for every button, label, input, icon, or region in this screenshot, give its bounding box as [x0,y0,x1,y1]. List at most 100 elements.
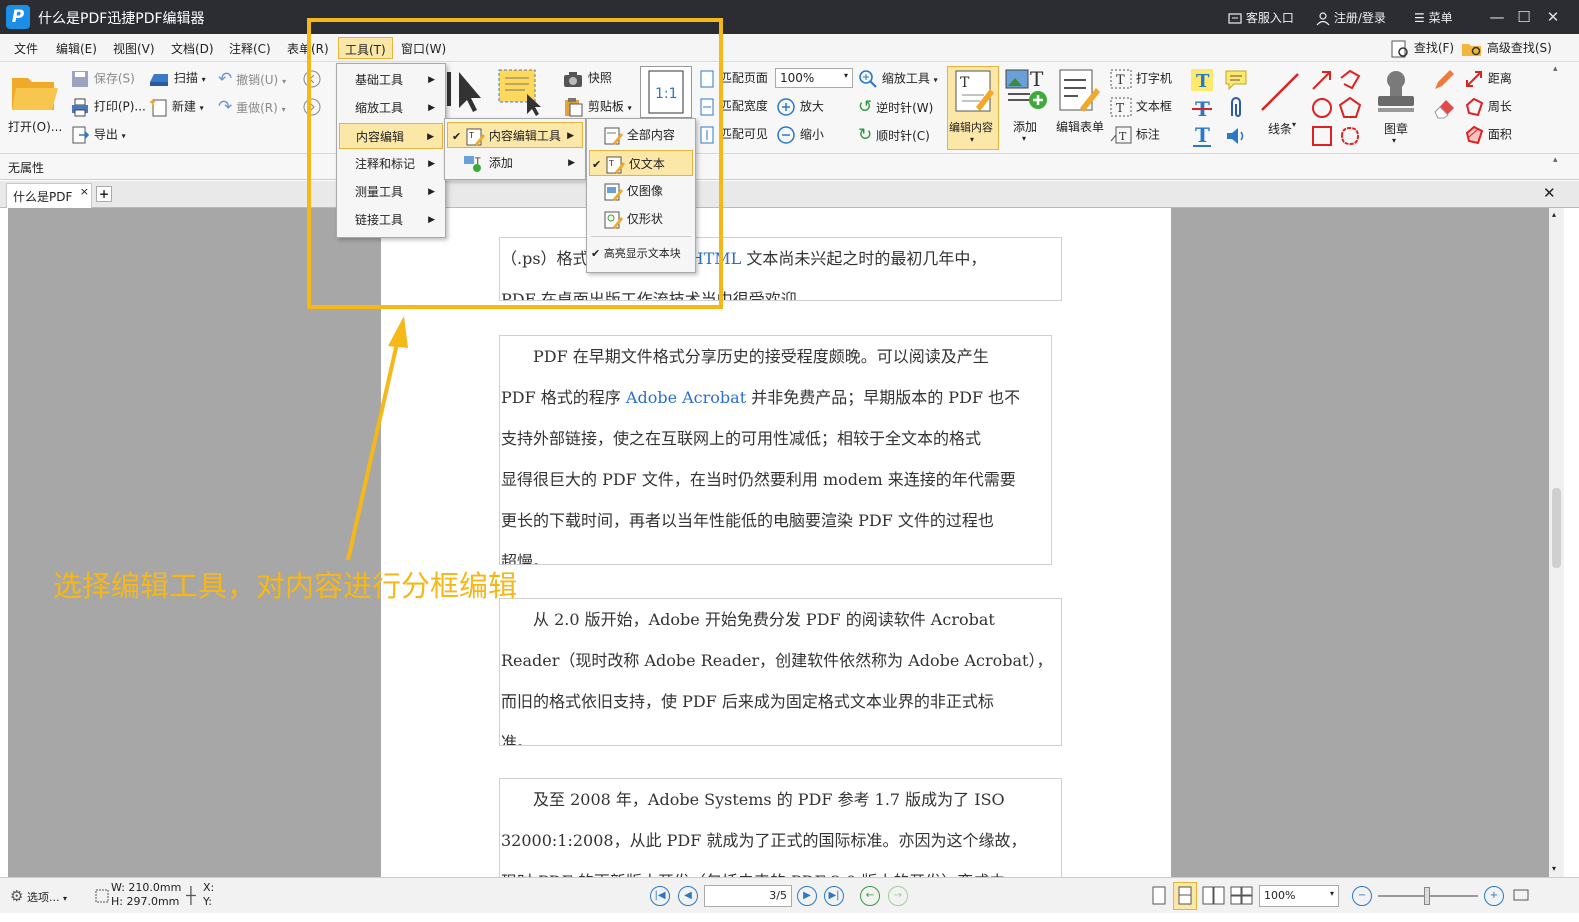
pencil-tool[interactable] [1432,68,1456,95]
zoom-out-button[interactable]: 缩小 [776,125,824,145]
zoom-tool-button[interactable]: 缩放工具 ▾ [858,69,938,89]
polygon-tool[interactable] [1338,96,1362,123]
first-page-button[interactable]: |◀ [650,886,670,906]
text-highlight-icon: T [1191,69,1213,92]
fit-page-label: 匹配页面 [719,71,768,85]
next-page-button[interactable]: ▶ [797,886,817,906]
last-page-button[interactable]: ▶| [824,886,844,906]
cloud-tool[interactable] [1338,124,1362,151]
status-zoom-select[interactable]: 100% ▾ [1259,885,1339,907]
perimeter-button[interactable]: 周长 [1464,97,1512,117]
close-document-icon[interactable]: ✕ [1543,184,1556,202]
save-button[interactable]: 保存(S) [70,69,135,89]
zoom-select[interactable]: 100% ▾ [775,68,853,88]
rotate-ccw-button[interactable]: ↺ 逆时针(W) [858,97,933,117]
edit-content-button[interactable]: T 编辑内容 ▾ [947,66,999,150]
service-button[interactable]: 客服入口 [1228,9,1294,26]
callout-button[interactable]: T 标注 [1110,125,1160,145]
find-button[interactable]: 查找(F) [1390,39,1454,58]
menu-file[interactable]: 文件 [14,40,38,57]
open-button[interactable]: 打开(O)... [6,72,62,148]
back-view-button[interactable]: ← [860,886,880,906]
text-block-2[interactable]: PDF 在早期文件格式分享历史的接受程度颇晚。可以阅读及产生 PDF 格式的程序… [499,335,1052,565]
edit-form-button[interactable]: 编辑表单 [1054,66,1106,150]
zoom-in-button[interactable]: 放大 [776,97,824,117]
underline-text-tool[interactable]: T [1190,123,1214,151]
redo-button[interactable]: ↷ 重做(R) ▾ [218,97,286,117]
tab-document[interactable]: 什么是PDF × [6,183,92,208]
add-button[interactable]: T 添加 ▾ [1004,66,1048,150]
undo-button[interactable]: ↶ 撤销(U) ▾ [218,69,286,89]
arrow-tool[interactable] [1310,68,1334,95]
highlight-text-tool[interactable]: T [1190,68,1214,95]
find-doc-icon [1391,40,1408,57]
text-block-3[interactable]: 从 2.0 版开始，Adobe 开始免费分发 PDF 的阅读软件 Acrobat… [499,598,1062,746]
forward-view-button[interactable]: → [888,886,908,906]
single-page-view-icon[interactable] [1151,886,1167,909]
rectangle-tool[interactable] [1310,124,1334,151]
hyperlink[interactable]: Adobe Acrobat [626,388,746,407]
stamp-button[interactable]: 图章 ▾ [1372,66,1420,150]
textbox-button[interactable]: T 文本框 [1110,97,1172,117]
status-zoom-in-button[interactable]: + [1484,886,1504,906]
tab-label: 什么是PDF [13,190,73,204]
text-line: 显得很巨大的 PDF 文件，在当时仍然要利用 modem 来连接的年代需要 [501,470,1016,489]
maximize-button[interactable]: ☐ [1511,4,1537,30]
scanner-icon [150,73,168,86]
lines-button[interactable]: 线条 ▾ [1256,66,1304,150]
note-tool[interactable] [1224,68,1248,95]
lines-label: 线条 [1268,122,1293,136]
rotate-cw-button[interactable]: ↻ 顺时针(C) [858,125,930,145]
menu-view[interactable]: 视图(V) [113,40,155,57]
menu-comment[interactable]: 注释(C) [229,40,271,57]
area-button[interactable]: 面积 [1464,125,1512,145]
eraser-tool[interactable] [1432,96,1456,123]
close-window-button[interactable]: ✕ [1540,4,1566,30]
sound-tool[interactable] [1224,124,1248,151]
text-block-4[interactable]: 及至 2008 年，Adobe Systems 的 PDF 参考 1.7 版成为… [499,778,1062,877]
typewriter-button[interactable]: T 打字机 [1110,69,1172,89]
export-button[interactable]: 导出 ▾ [70,125,126,145]
propbar-collapse-icon[interactable]: ▴ [1553,155,1558,165]
tab-close-icon[interactable]: × [80,185,89,198]
distance-icon [1466,71,1482,87]
print-button[interactable]: 打印(P)... [70,97,146,117]
new-button[interactable]: ✦ 新建 ▾ [148,96,204,117]
fullscreen-icon[interactable] [1513,887,1529,906]
text-line: 而旧的格式依旧支持，使 PDF 后来成为固定格式文本业界的非正式标 [501,692,994,711]
status-zoom-out-button[interactable]: − [1352,886,1372,906]
zoom-out-label: 缩小 [799,127,824,142]
redo-icon: ↷ [218,97,233,117]
menu-edit[interactable]: 编辑(E) [56,40,97,57]
attach-tool[interactable] [1224,96,1248,123]
ribbon-toolbar: 打开(O)... 保存(S) 打印(P)... 导出 ▾ 扫描 ▾ ✦ 新建 ▾… [0,62,1579,154]
page-number-input[interactable]: 3/5 [704,885,792,907]
facing-view-icon[interactable] [1202,886,1226,909]
perimeter-icon [1465,97,1484,117]
menu-document[interactable]: 文档(D) [171,40,214,57]
ellipse-tool[interactable] [1310,96,1334,123]
text-run: 并非免费产品；早期版本的 PDF 也不 [751,388,1021,407]
continuous-facing-view-icon[interactable] [1230,886,1254,909]
scan-button[interactable]: 扫描 ▾ [148,69,206,88]
prev-page-button[interactable]: ◀ [678,886,698,906]
minimize-button[interactable]: — [1484,4,1510,30]
scrollbar-thumb[interactable] [1552,488,1561,568]
main-menu-button[interactable]: ☰ 菜单 [1414,9,1453,26]
scroll-up-icon[interactable]: ▴ [1552,210,1556,219]
continuous-view-icon[interactable] [1173,882,1197,910]
vertical-scrollbar[interactable]: ▴ ▾ [1549,208,1564,877]
polyline-tool[interactable] [1338,68,1362,95]
zoom-slider-handle[interactable] [1424,887,1430,905]
circle-shape-icon [1312,98,1332,118]
strikeout-text-tool[interactable]: T [1190,96,1214,123]
ribbon-collapse-icon[interactable]: ▴ [1553,64,1558,74]
advanced-find-button[interactable]: 高级查找(S) [1461,39,1552,58]
login-button[interactable]: 注册/登录 [1316,9,1386,26]
edit-content-label: 编辑内容 [949,121,993,134]
scroll-down-icon[interactable]: ▾ [1552,864,1556,873]
distance-button[interactable]: 距离 [1464,69,1512,89]
new-tab-button[interactable]: + [96,186,112,202]
annotation-caption: 选择编辑工具，对内容进行分框编辑 [53,569,518,603]
options-button[interactable]: ⚙ 选项... ▾ [10,887,67,905]
